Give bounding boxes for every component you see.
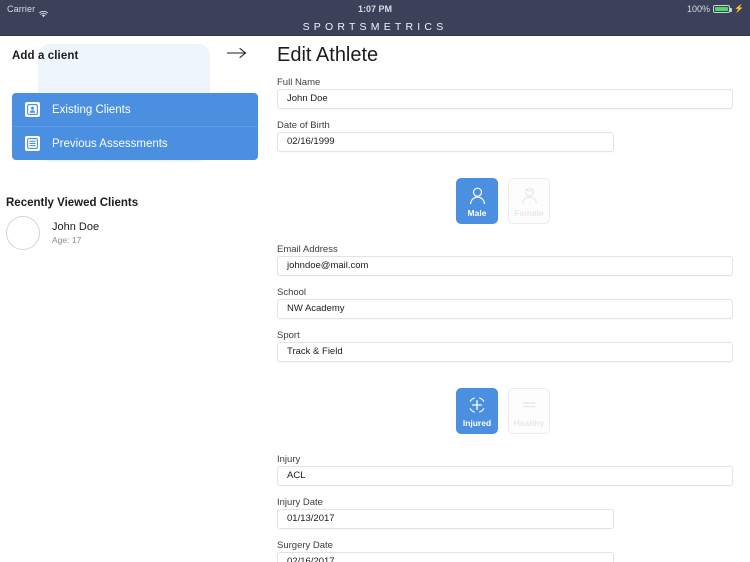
label-injury-date: Injury Date [277,497,323,508]
date-of-birth-field[interactable]: 02/16/1999 [277,132,614,152]
sidebar-header: Add a client [12,46,258,64]
status-bar-right: 100% ⚡ [687,0,744,18]
battery-percent-label: 100% [687,4,711,14]
sidebar-item-label: Previous Assessments [52,137,168,150]
male-avatar-icon [466,184,488,206]
injury-cross-icon [466,394,488,416]
email-field[interactable]: johndoe@mail.com [277,256,733,276]
injury-date-field[interactable]: 01/13/2017 [277,509,614,529]
label-injury: Injury [277,454,301,465]
gender-toggle-group: Male Female [456,178,550,224]
client-age: Age: 17 [52,234,82,245]
arrow-right-icon[interactable] [226,45,248,61]
label-date-of-birth: Date of Birth [277,120,330,131]
full-name-field[interactable]: John Doe [277,89,733,109]
sidebar: Add a client Existing Clients Previous A… [0,36,270,562]
app-brand-title: SPORTSMETRICS [302,21,448,33]
app-screen: Carrier 1:07 PM 100% ⚡ SPORTSMETRICS Add… [0,0,750,562]
person-card-icon [25,102,40,117]
client-info: John Doe Age: 17 [52,221,99,246]
sidebar-item-existing-clients[interactable]: Existing Clients [12,93,258,126]
status-bar: Carrier 1:07 PM 100% ⚡ [0,0,750,18]
health-option-label: Healthy [513,418,545,428]
recently-viewed-heading: Recently Viewed Clients [6,197,139,209]
school-field[interactable]: NW Academy [277,299,733,319]
injury-field[interactable]: ACL [277,466,733,486]
list-document-icon [25,136,40,151]
label-full-name: Full Name [277,77,321,88]
healthy-lines-icon [518,394,540,416]
label-sport: Sport [277,330,300,341]
sport-field[interactable]: Track & Field [277,342,733,362]
app-navbar: SPORTSMETRICS [0,18,750,36]
health-option-injured[interactable]: Injured [456,388,498,434]
gender-option-male[interactable]: Male [456,178,498,224]
sidebar-item-label: Existing Clients [52,103,131,116]
surgery-date-field[interactable]: 02/16/2017 [277,552,614,562]
label-surgery-date: Surgery Date [277,540,333,551]
health-option-label: Injured [462,418,492,428]
list-item[interactable]: John Doe Age: 17 [6,211,256,255]
main-content: Edit Athlete Full Name John Doe Date of … [270,36,750,562]
gender-option-label: Male [467,208,487,218]
sidebar-header-title: Add a client [12,50,79,62]
health-option-healthy[interactable]: Healthy [508,388,550,434]
page-title: Edit Athlete [277,44,379,66]
avatar [6,216,40,250]
gender-option-female[interactable]: Female [508,178,550,224]
battery-icon [713,5,733,13]
female-avatar-icon [518,184,540,206]
sidebar-item-previous-assessments[interactable]: Previous Assessments [12,127,258,160]
clock-label: 1:07 PM [357,4,392,14]
sidebar-menu: Existing Clients Previous Assessments [12,93,258,160]
gender-option-label: Female [514,208,544,218]
label-school: School [277,287,307,298]
client-name: John Doe [52,220,100,233]
label-email-address: Email Address [277,244,338,255]
health-toggle-group: Injured Healthy [456,388,550,434]
charging-icon: ⚡ [734,4,744,13]
